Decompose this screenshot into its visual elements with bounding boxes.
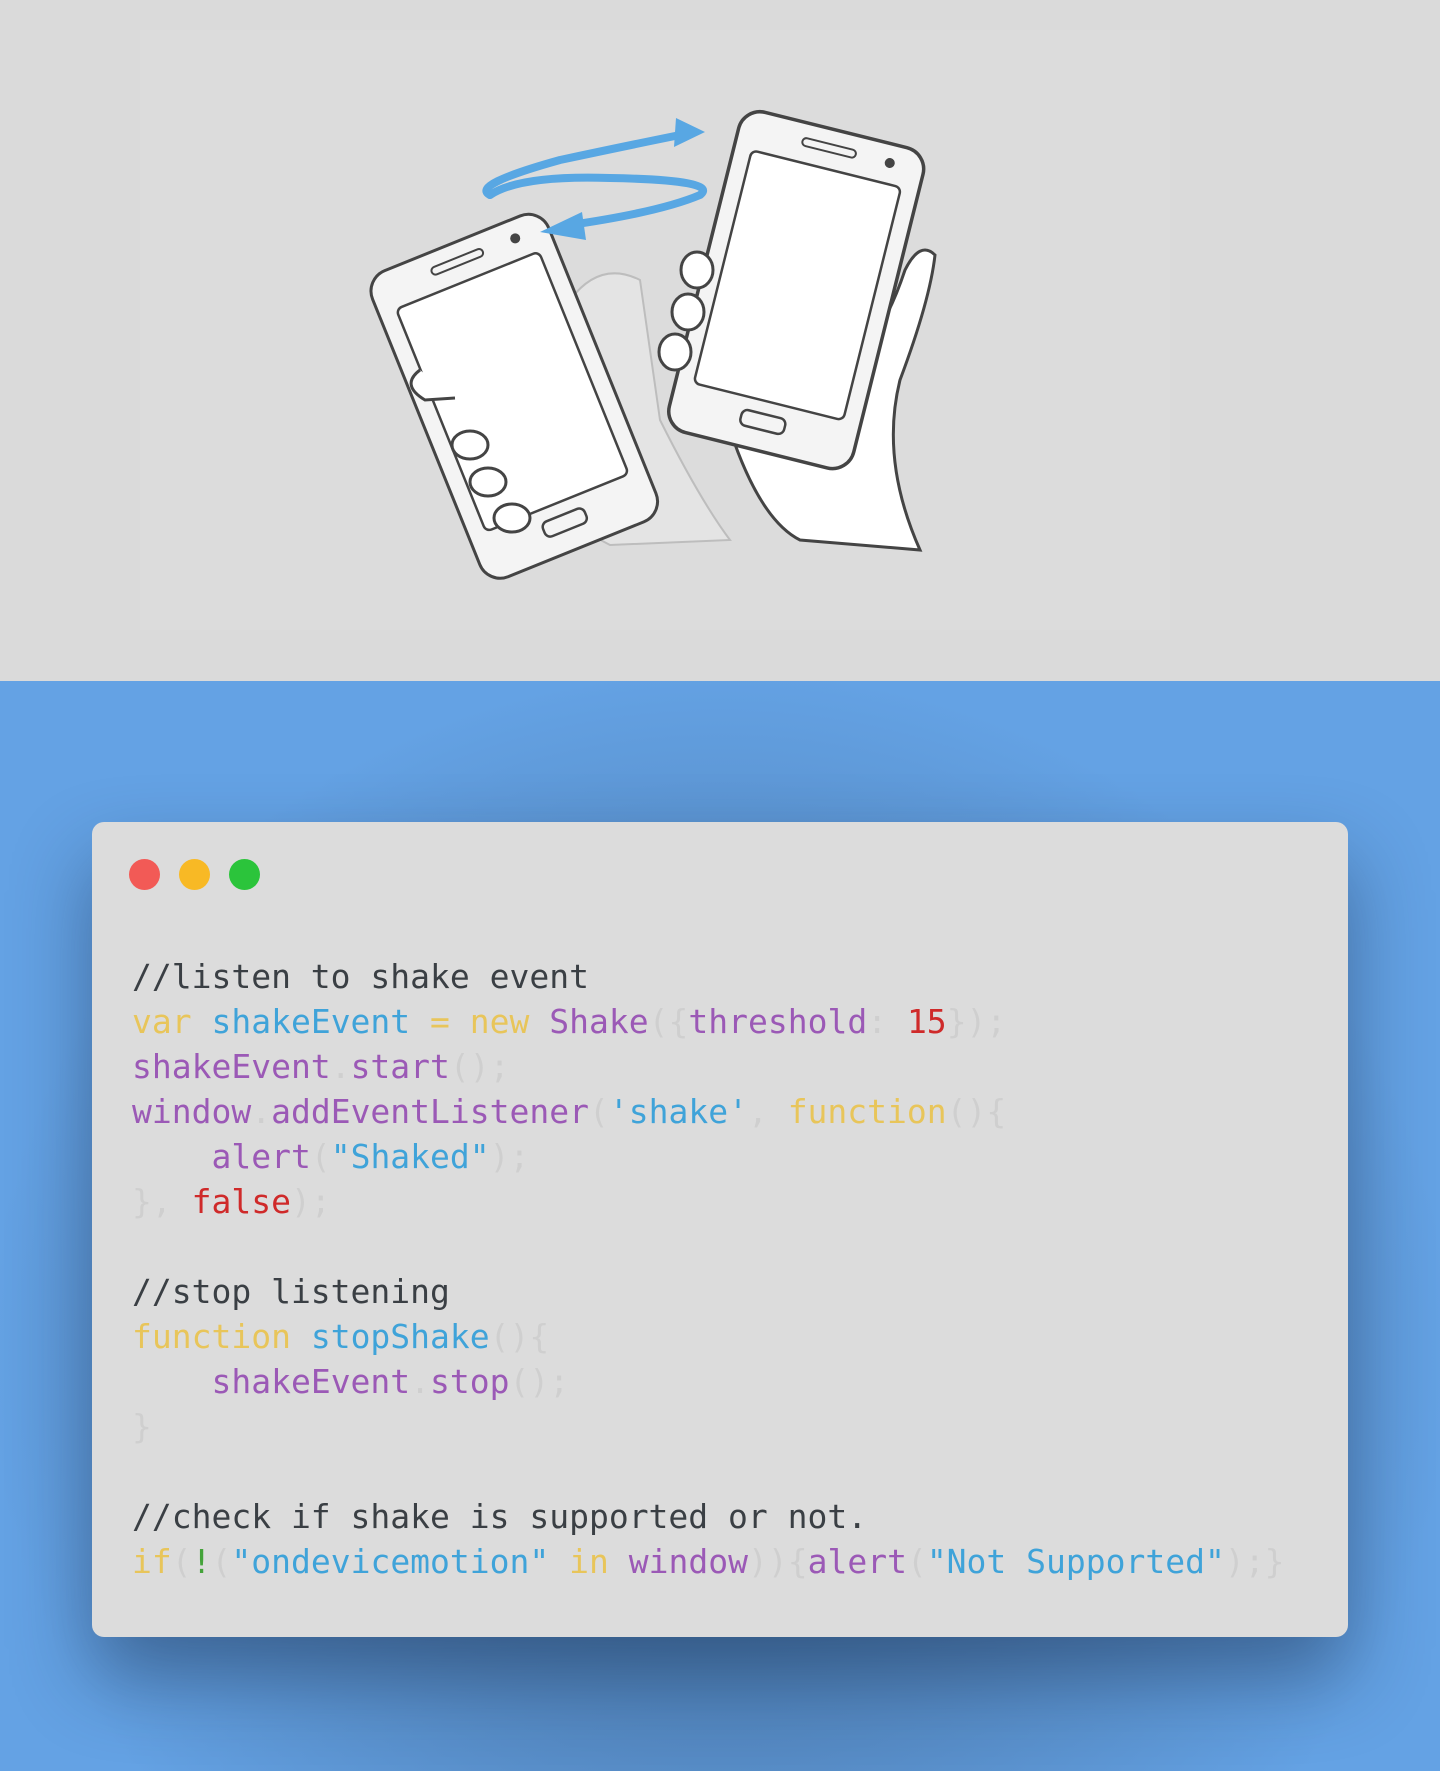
code-line: } <box>132 1404 1318 1449</box>
code-token: "Not Supported" <box>926 1542 1225 1581</box>
close-dot-icon[interactable] <box>129 859 160 890</box>
code-token: ( <box>906 1542 927 1581</box>
hero-illustration-panel <box>0 0 1440 681</box>
code-token: ( <box>310 1137 331 1176</box>
code-token: function <box>787 1092 947 1131</box>
code-token: shakeEvent <box>211 1002 411 1041</box>
code-line: //stop listening <box>132 1269 1318 1314</box>
code-token: threshold <box>688 1002 868 1041</box>
code-token: shakeEvent <box>132 1047 331 1086</box>
code-token: : <box>867 1002 907 1041</box>
code-token: = <box>430 1002 450 1041</box>
code-token: ); <box>489 1137 530 1176</box>
minimize-dot-icon[interactable] <box>179 859 210 890</box>
code-token: "ondevicemotion" <box>231 1542 550 1581</box>
code-line: }, false); <box>132 1179 1318 1224</box>
code-line: alert("Shaked"); <box>132 1134 1318 1179</box>
code-token: }, <box>132 1182 192 1221</box>
code-token: Shake <box>549 1002 649 1041</box>
code-token: shakeEvent <box>211 1362 411 1401</box>
code-line: //check if shake is supported or not. <box>132 1494 1318 1539</box>
code-token: (){ <box>489 1317 550 1356</box>
code-token: window <box>132 1092 252 1131</box>
code-token: if <box>132 1542 172 1581</box>
zoom-dot-icon[interactable] <box>229 859 260 890</box>
code-token: ); <box>290 1182 331 1221</box>
code-block: //listen to shake event var shakeEvent = … <box>132 954 1318 1584</box>
code-token: , <box>747 1092 788 1131</box>
shake-phone-icon <box>140 30 1170 630</box>
code-token: ( <box>588 1092 609 1131</box>
code-line: if(!("ondevicemotion" in window)){alert(… <box>132 1539 1318 1584</box>
code-token: (); <box>449 1047 510 1086</box>
code-token: ({ <box>648 1002 689 1041</box>
code-token: "Shaked" <box>330 1137 490 1176</box>
code-token: alert <box>211 1137 311 1176</box>
code-token: );} <box>1224 1542 1285 1581</box>
code-token: } <box>132 1407 152 1446</box>
code-token: . <box>330 1047 351 1086</box>
code-token: addEventListener <box>271 1092 589 1131</box>
code-line: //listen to shake event <box>132 954 1318 999</box>
code-token: alert <box>807 1542 907 1581</box>
code-token: start <box>350 1047 450 1086</box>
code-token: stopShake <box>310 1317 490 1356</box>
code-token: . <box>251 1092 272 1131</box>
code-token: }); <box>946 1002 1007 1041</box>
code-token: . <box>410 1362 431 1401</box>
code-line: shakeEvent.stop(); <box>132 1359 1318 1404</box>
code-token: //stop listening <box>132 1272 450 1311</box>
code-token: (); <box>509 1362 570 1401</box>
code-token: function <box>132 1317 291 1356</box>
code-token: //listen to shake event <box>132 957 589 996</box>
code-token: )){ <box>747 1542 808 1581</box>
code-token: in <box>569 1542 609 1581</box>
code-token: (){ <box>946 1092 1007 1131</box>
code-token: //check if shake is supported or not. <box>132 1497 868 1536</box>
code-token: 15 <box>906 1002 947 1041</box>
code-token: ( <box>211 1542 232 1581</box>
code-token: window <box>628 1542 748 1581</box>
code-token: stop <box>430 1362 510 1401</box>
window-controls <box>129 859 260 890</box>
code-token: ( <box>171 1542 192 1581</box>
code-token: var <box>132 1002 192 1041</box>
code-token: ! <box>191 1542 212 1581</box>
code-token: new <box>469 1002 530 1041</box>
code-line: var shakeEvent = new Shake({threshold: 1… <box>132 999 1318 1044</box>
code-line: function stopShake(){ <box>132 1314 1318 1359</box>
code-line: window.addEventListener('shake', functio… <box>132 1089 1318 1134</box>
code-token: 'shake' <box>608 1092 748 1131</box>
code-token: false <box>191 1182 291 1221</box>
code-line: shakeEvent.start(); <box>132 1044 1318 1089</box>
code-window: //listen to shake event var shakeEvent = … <box>92 822 1348 1637</box>
